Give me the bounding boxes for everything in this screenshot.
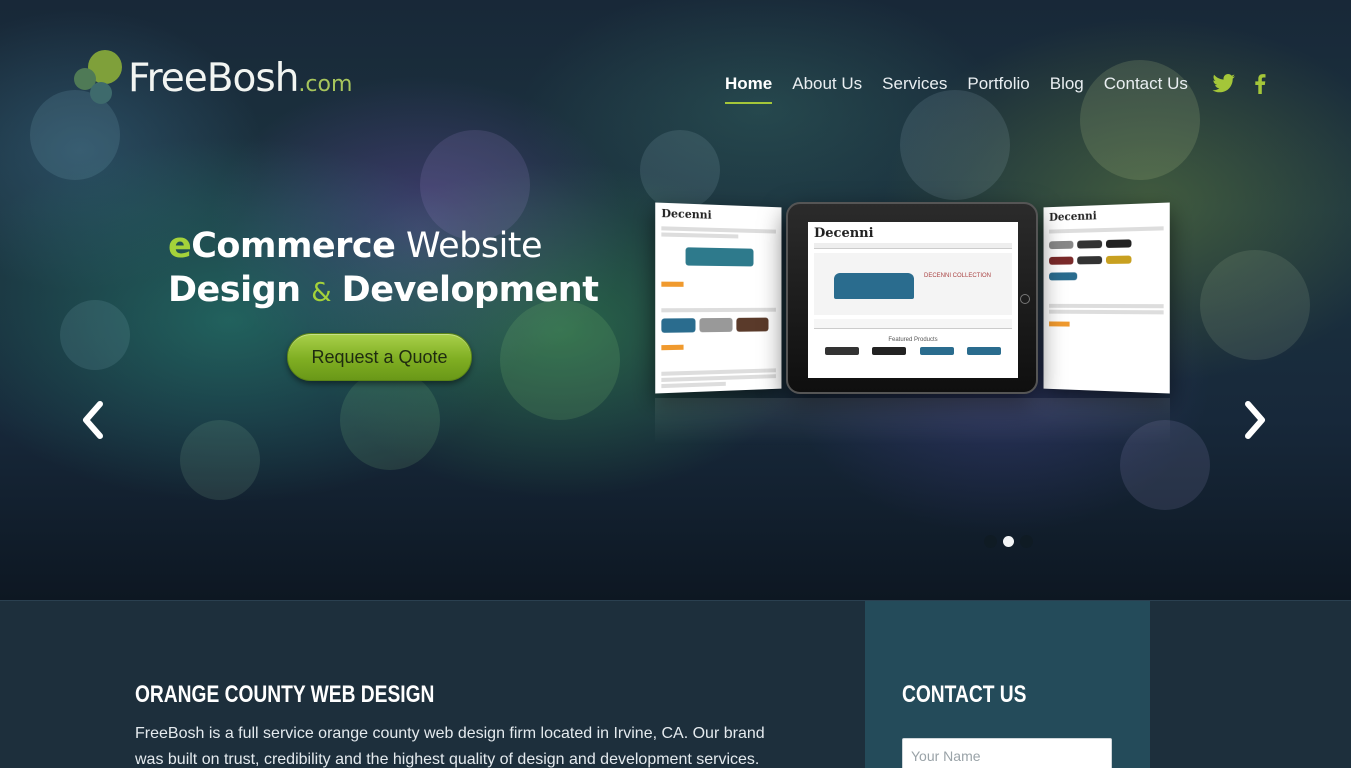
bokeh-light bbox=[900, 90, 1010, 200]
mockup-products bbox=[1049, 239, 1164, 250]
request-quote-button[interactable]: Request a Quote bbox=[287, 333, 472, 381]
hero-slider: FreeBosh.com Home About Us Services Port… bbox=[0, 0, 1351, 600]
tablet-collection-label: DECENNI COLLECTION bbox=[924, 273, 991, 279]
mockup-sofa bbox=[1049, 272, 1077, 280]
bokeh-light bbox=[60, 300, 130, 370]
slider-dot-1[interactable] bbox=[984, 535, 997, 548]
slider-dot-3[interactable] bbox=[1020, 535, 1033, 548]
main-nav: Home About Us Services Portfolio Blog Co… bbox=[725, 74, 1208, 104]
hero-headline: eCommerce Website Design & Development bbox=[168, 224, 598, 315]
tablet-site-logo: Decenni bbox=[808, 222, 1018, 243]
nav-item-contact-us[interactable]: Contact Us bbox=[1104, 74, 1188, 104]
tablet-home-button bbox=[1020, 294, 1030, 304]
mockup-sofa bbox=[686, 247, 754, 266]
mockup-sofa bbox=[1106, 239, 1132, 248]
nav-item-blog[interactable]: Blog bbox=[1050, 74, 1084, 104]
mockup-right-logo: Decenni bbox=[1044, 202, 1170, 227]
headline-commerce: Commerce bbox=[191, 226, 395, 266]
tablet-site-banner: DECENNI COLLECTION bbox=[814, 253, 1012, 315]
nav-item-portfolio[interactable]: Portfolio bbox=[967, 74, 1029, 104]
mockup-sofa bbox=[1049, 257, 1073, 265]
logo-text: FreeBosh.com bbox=[128, 56, 352, 101]
mockup-bar bbox=[661, 232, 738, 238]
mockup-sofa bbox=[736, 318, 768, 332]
intro-section: ORANGE COUNTY WEB DESIGN FreeBosh is a f… bbox=[0, 600, 1351, 768]
mockup-sofa bbox=[699, 318, 732, 332]
mockup-bar bbox=[1049, 304, 1164, 308]
mockup-screenshot-right: Decenni bbox=[1044, 202, 1170, 393]
mockup-button bbox=[661, 345, 683, 351]
tablet-product bbox=[920, 347, 954, 355]
name-input[interactable] bbox=[902, 738, 1112, 768]
prev-slide-arrow-icon[interactable] bbox=[78, 398, 108, 442]
twitter-icon[interactable] bbox=[1212, 74, 1236, 99]
contact-panel: CONTACT US bbox=[865, 601, 1150, 768]
logo-brand: FreeBosh bbox=[128, 56, 298, 101]
mockup-sofa bbox=[1106, 256, 1132, 264]
tablet-product bbox=[967, 347, 1001, 355]
tablet-screen: Decenni DECENNI COLLECTION Featured Prod… bbox=[808, 222, 1018, 378]
tablet-product bbox=[825, 347, 859, 355]
bokeh-light bbox=[640, 130, 720, 210]
mockup-sofa bbox=[1077, 240, 1102, 249]
slider-pagination bbox=[984, 535, 1033, 548]
tablet-featured-products bbox=[818, 347, 1008, 355]
mockup-bar bbox=[661, 308, 776, 313]
facebook-icon[interactable] bbox=[1254, 74, 1266, 99]
contact-title: CONTACT US bbox=[902, 681, 1026, 709]
tablet-site-divider bbox=[814, 319, 1012, 329]
hero-headline-line-2: Design & Development bbox=[168, 268, 598, 315]
nav-item-about-us[interactable]: About Us bbox=[792, 74, 862, 104]
mockup-sofa bbox=[661, 318, 695, 333]
mockup-bar bbox=[1049, 226, 1164, 233]
headline-design: Design bbox=[168, 270, 301, 310]
tablet-featured-label: Featured Products bbox=[808, 337, 1018, 343]
tablet-site-menu bbox=[814, 243, 1012, 249]
intro-title: ORANGE COUNTY WEB DESIGN bbox=[135, 681, 663, 709]
mockup-bar bbox=[1049, 310, 1164, 315]
next-slide-arrow-icon[interactable] bbox=[1240, 398, 1270, 442]
mockup-bar bbox=[661, 382, 725, 388]
headline-development: Development bbox=[342, 270, 599, 310]
bokeh-light bbox=[500, 300, 620, 420]
headline-highlight: e bbox=[168, 226, 191, 266]
bokeh-light bbox=[1200, 250, 1310, 360]
mockup-bar bbox=[661, 374, 776, 382]
mockup-button bbox=[661, 282, 683, 287]
site-logo[interactable]: FreeBosh.com bbox=[74, 50, 364, 110]
intro-content: ORANGE COUNTY WEB DESIGN FreeBosh is a f… bbox=[135, 681, 795, 768]
nav-item-home[interactable]: Home bbox=[725, 74, 772, 104]
headline-website: Website bbox=[406, 226, 542, 266]
hero-headline-line-1: eCommerce Website bbox=[168, 224, 598, 268]
mockup-sofa bbox=[1049, 241, 1073, 249]
social-links bbox=[1212, 74, 1266, 99]
bokeh-light bbox=[180, 420, 260, 500]
mockup-screenshot-left: Decenni bbox=[655, 202, 781, 393]
bokeh-light bbox=[340, 370, 440, 470]
mockup-products bbox=[1049, 255, 1164, 265]
mockup-sofa bbox=[1077, 256, 1102, 264]
logo-tld: .com bbox=[298, 72, 352, 97]
logo-circle-icon bbox=[90, 82, 112, 104]
tablet-product bbox=[872, 347, 906, 355]
mockup-left-logo: Decenni bbox=[655, 202, 781, 227]
headline-ampersand: & bbox=[311, 278, 331, 308]
mockup-tablet: Decenni DECENNI COLLECTION Featured Prod… bbox=[786, 202, 1038, 394]
mockup-products bbox=[661, 318, 776, 333]
nav-item-services[interactable]: Services bbox=[882, 74, 947, 104]
intro-body: FreeBosh is a full service orange county… bbox=[135, 721, 795, 768]
mockup-button bbox=[1049, 321, 1070, 326]
mockup-reflection bbox=[655, 398, 1170, 446]
tablet-sofa bbox=[834, 273, 914, 299]
slider-dot-2[interactable] bbox=[1003, 536, 1014, 547]
